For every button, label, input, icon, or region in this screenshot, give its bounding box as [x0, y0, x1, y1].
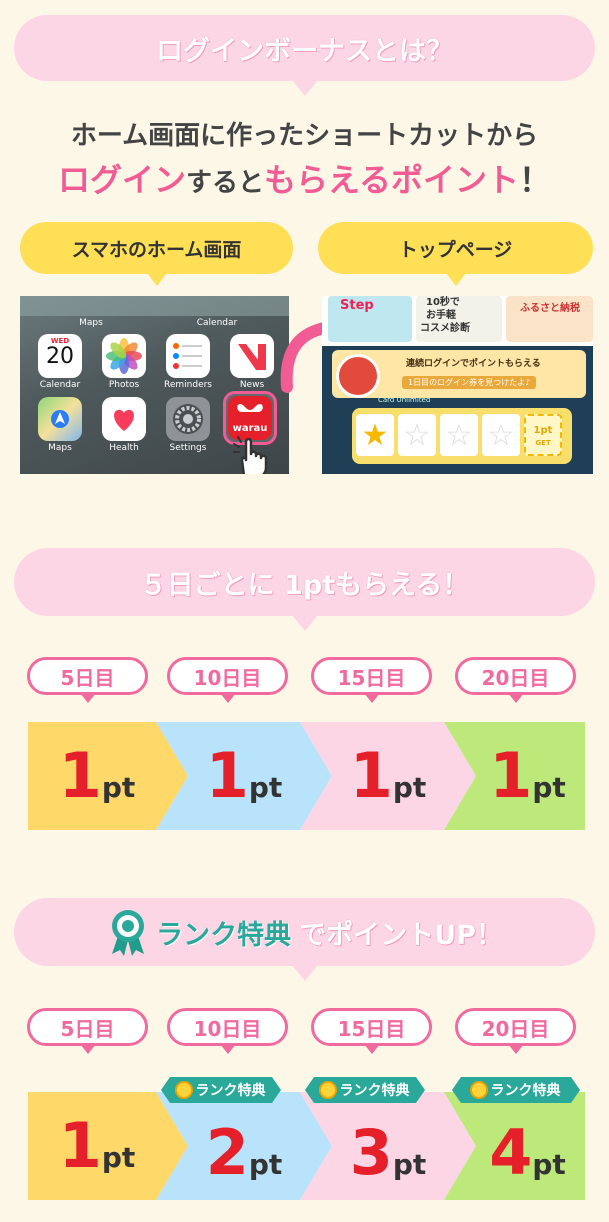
banner-furusato: ふるさと納税: [506, 296, 593, 342]
day-bubble-10: 10日目: [167, 657, 288, 695]
rank-day-bubble-15: 15日目: [311, 1008, 432, 1046]
section3-title-bubble: ランク特典 でポイントUP！: [14, 898, 595, 966]
rank-day-bubble-20: 20日目: [455, 1008, 576, 1046]
section1-title-bubble: ログインボーナスとは？: [14, 15, 595, 81]
star-slot-get: 1pt GET: [524, 414, 562, 456]
maps-widget-label: Maps: [79, 318, 103, 328]
rank-day-bubble-5: 5日目: [27, 1008, 148, 1046]
rank-day-bubble-10: 10日目: [167, 1008, 288, 1046]
headline-login: ログイン: [57, 161, 186, 199]
top-page-screenshot: Step 10秒で お手軽 コスメ診断 ふるさと納税 連続ログインでポイントもら…: [322, 296, 593, 474]
star-slot-1: ★: [356, 414, 394, 456]
section3-title-rest: でポイントUP！: [299, 919, 503, 951]
section2-title-bubble: ５日ごとに 1ptもらえる！: [14, 548, 595, 616]
maps-app-label: Maps: [48, 443, 72, 453]
reminders-app-icon[interactable]: [166, 334, 210, 378]
top-page-label: トップページ: [318, 222, 593, 274]
points-segment-1: 1 pt: [28, 722, 188, 830]
rank-points-segment-1: 1 pt: [28, 1092, 188, 1200]
card-label: Card Unlimited: [378, 396, 431, 404]
headline-line1: ホーム画面に作ったショートカットから: [70, 121, 539, 151]
home-screen-label: スマホのホーム画面: [20, 222, 293, 274]
rank-medal-icon: [112, 910, 145, 956]
widget-strip: [20, 296, 289, 316]
rank-tag-medal-icon: [174, 1081, 193, 1099]
mascot-icon: [336, 354, 380, 398]
health-app-icon[interactable]: [102, 397, 146, 441]
headline-line2: ログインするともらえるポイント！: [57, 161, 552, 199]
rank-tag-medal-icon: [318, 1081, 337, 1099]
banner-cosme: 10秒で お手軽 コスメ診断: [416, 296, 502, 342]
tap-hand-icon: [230, 436, 278, 474]
maps-app-icon[interactable]: [38, 397, 82, 441]
maps-arrow-icon: [51, 410, 69, 428]
health-app-label: Health: [109, 443, 139, 453]
star-slot-3: ☆: [440, 414, 478, 456]
points-row-rank: 1 pt 2 pt 3 pt 4 pt: [28, 1092, 585, 1200]
day-bubble-5: 5日目: [27, 657, 148, 695]
rank-tag-15: ランク特典: [305, 1077, 425, 1103]
photos-app-label: Photos: [108, 380, 140, 390]
gear-icon: [173, 404, 203, 434]
calendar-widget-label: Calendar: [196, 318, 238, 328]
headline-suru-to: すると: [185, 168, 264, 198]
section2-title: ５日ごとに 1ptもらえる！: [139, 569, 470, 601]
home-screen-screenshot: Maps Calendar WED 20 Calendar Photos Rem…: [20, 296, 289, 474]
rank-tag-10: ランク特典: [161, 1077, 281, 1103]
calendar-app-label: Calendar: [39, 380, 81, 390]
banner-step: Step: [328, 296, 412, 342]
photos-app-icon[interactable]: [102, 334, 146, 378]
settings-app-label: Settings: [169, 443, 207, 453]
rank-tag-20: ランク特典: [452, 1077, 580, 1103]
settings-app-icon[interactable]: [166, 397, 210, 441]
warau-logo-icon: [237, 404, 263, 412]
rank-tag-medal-icon: [469, 1081, 488, 1099]
star-slot-4: ☆: [482, 414, 520, 456]
section3-title-rank: ランク特典: [156, 919, 292, 951]
section1-title: ログインボーナスとは？: [156, 35, 453, 67]
day-bubble-15: 15日目: [311, 657, 432, 695]
reminders-list-icon: [173, 343, 202, 369]
warau-shortcut-icon[interactable]: warau: [228, 396, 272, 440]
points-row-basic: 1 pt 1 pt 1 pt 1 pt: [28, 722, 585, 830]
reminders-app-label: Reminders: [164, 380, 212, 390]
pointing-hand-icon: [233, 436, 268, 474]
headline-points: もらえるポイント: [263, 161, 520, 199]
calendar-app-icon[interactable]: WED 20: [38, 334, 82, 378]
star-slot-2: ☆: [398, 414, 436, 456]
heart-icon: [114, 409, 134, 431]
day-bubble-20: 20日目: [455, 657, 576, 695]
photos-flower-icon: [106, 338, 142, 374]
